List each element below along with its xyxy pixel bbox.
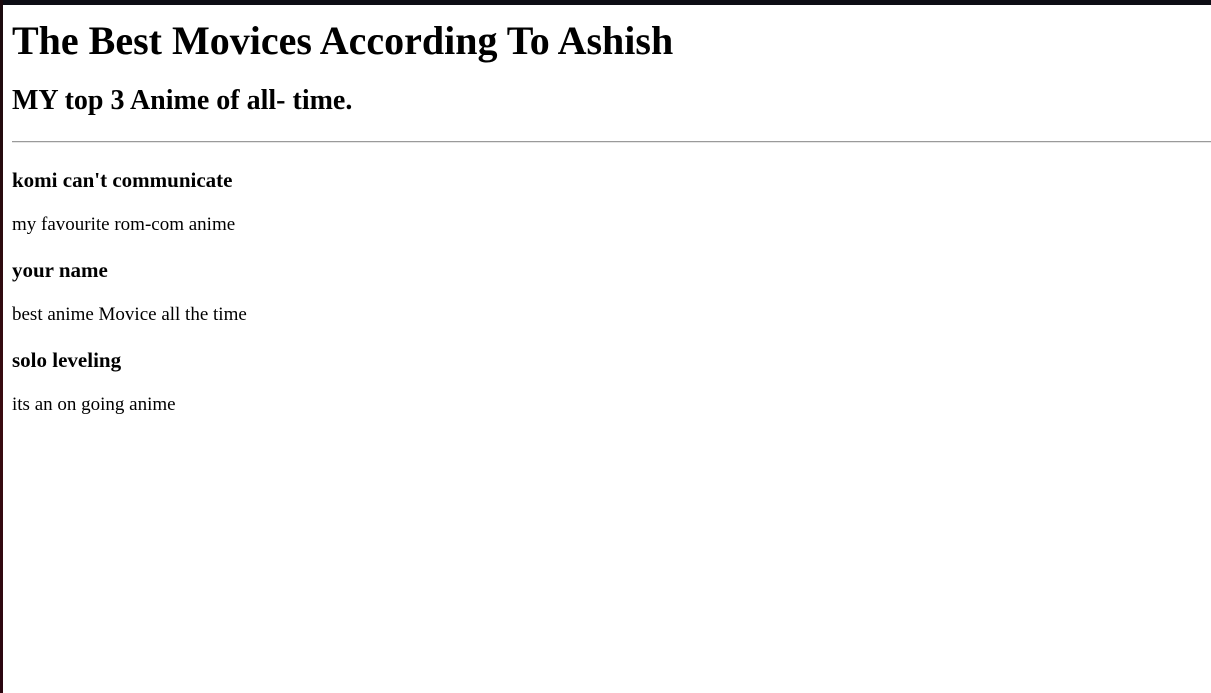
anime-item: komi can't communicate my favourite rom-… <box>12 167 1211 236</box>
anime-title: your name <box>12 258 108 282</box>
window-left-border <box>0 0 3 693</box>
anime-title: komi can't communicate <box>12 168 233 192</box>
anime-description: my favourite rom-com anime <box>12 214 236 235</box>
anime-item: your name best anime Movice all the time <box>12 257 1211 326</box>
page-subtitle: MY top 3 Anime of all- time. <box>12 85 353 116</box>
page-content: The Best Movices According To Ashish MY … <box>12 5 1211 416</box>
divider <box>12 141 1211 143</box>
anime-title: solo leveling <box>12 348 122 372</box>
anime-description: best anime Movice all the time <box>12 304 247 325</box>
anime-description: its an on going anime <box>12 394 176 415</box>
anime-item: solo leveling its an on going anime <box>12 347 1211 416</box>
page-title: The Best Movices According To Ashish <box>12 18 674 63</box>
